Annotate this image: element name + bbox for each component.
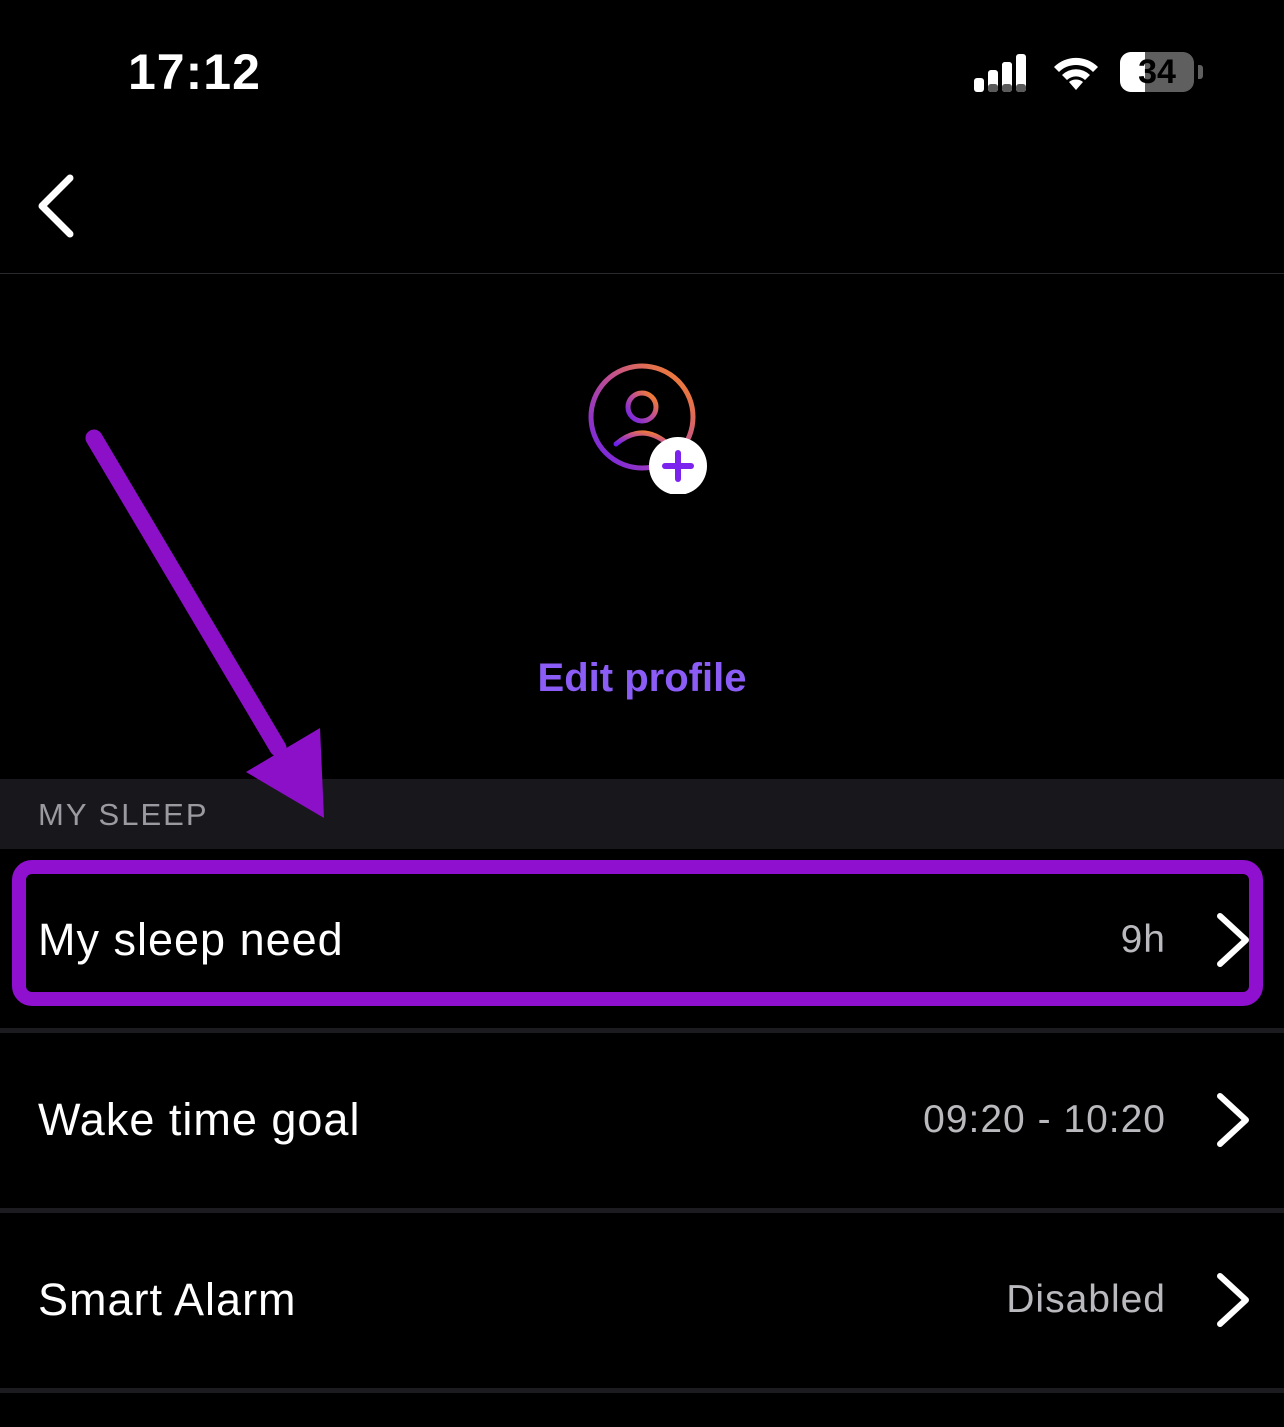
row-smart-alarm[interactable]: Smart Alarm Disabled <box>0 1212 1284 1388</box>
status-bar: 17:12 34 <box>0 0 1284 140</box>
edit-profile-link[interactable]: Edit profile <box>442 648 842 708</box>
chevron-right-icon <box>1217 1093 1249 1147</box>
row-label: Smart Alarm <box>38 1274 297 1325</box>
back-button[interactable] <box>24 166 96 246</box>
avatar-add-button[interactable] <box>586 362 714 495</box>
row-label: My sleep need <box>38 914 344 965</box>
battery-level: 34 <box>1138 53 1176 91</box>
status-time: 17:12 <box>128 44 261 100</box>
row-wake-time-goal[interactable]: Wake time goal 09:20 - 10:20 <box>0 1032 1284 1208</box>
chevron-right-icon <box>1217 1273 1249 1327</box>
status-icons: 34 <box>968 50 1208 96</box>
chevron-left-icon <box>38 174 74 238</box>
row-my-sleep-need[interactable]: My sleep need 9h <box>0 852 1284 1028</box>
person-add-icon <box>588 363 707 495</box>
wifi-icon <box>1054 57 1098 90</box>
cellular-signal-icon <box>974 54 1026 92</box>
chevron-right-icon <box>1217 913 1249 967</box>
sleep-settings-screen: 17:12 34 Edit profile MY SLEEP My sleep … <box>0 0 1284 1427</box>
row-value: 09:20 - 10:20 <box>923 1098 1166 1141</box>
nav-bar <box>0 140 1284 274</box>
row-label: Wake time goal <box>38 1094 361 1145</box>
row-divider <box>0 1388 1284 1393</box>
row-value: Disabled <box>1006 1278 1166 1321</box>
section-header-my-sleep: MY SLEEP <box>0 779 1284 849</box>
row-value: 9h <box>1120 918 1166 961</box>
battery-icon: 34 <box>1120 52 1203 92</box>
section-header-label: MY SLEEP <box>38 797 209 832</box>
